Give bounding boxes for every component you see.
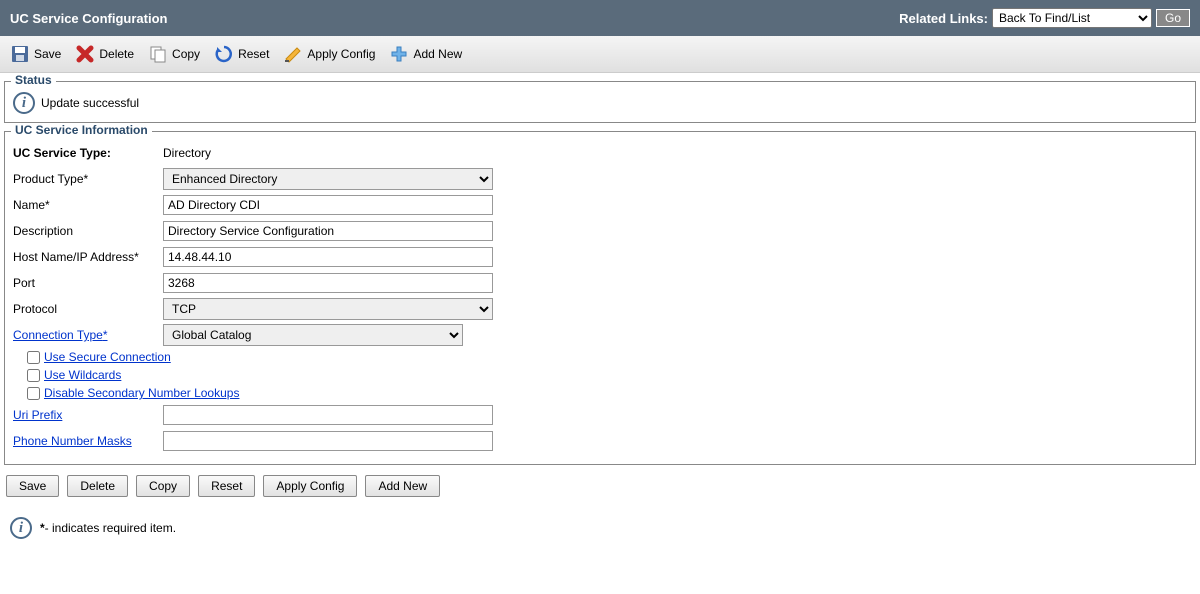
page-title: UC Service Configuration	[10, 11, 167, 26]
reset-button[interactable]: Reset	[212, 42, 277, 66]
add-new-icon	[389, 44, 409, 64]
phone-masks-input[interactable]	[163, 431, 493, 451]
required-note-text: *- indicates required item.	[40, 521, 176, 535]
connection-type-select[interactable]: Global Catalog	[163, 324, 463, 346]
related-links: Related Links: Back To Find/List Go	[899, 8, 1190, 28]
status-fieldset: Status i Update successful	[4, 81, 1196, 123]
apply-config-icon	[283, 44, 303, 64]
save-button[interactable]: Save	[8, 42, 69, 66]
protocol-label: Protocol	[13, 302, 163, 316]
product-type-label: Product Type	[13, 172, 163, 186]
bottom-delete-button[interactable]: Delete	[67, 475, 128, 497]
description-input[interactable]	[163, 221, 493, 241]
service-info-fieldset: UC Service Information UC Service Type: …	[4, 131, 1196, 465]
disable-secondary-checkbox[interactable]	[27, 387, 40, 400]
port-input[interactable]	[163, 273, 493, 293]
status-message: Update successful	[41, 96, 139, 110]
service-type-label: UC Service Type:	[13, 146, 163, 160]
uri-prefix-input[interactable]	[163, 405, 493, 425]
bottom-apply-config-button[interactable]: Apply Config	[263, 475, 357, 497]
use-secure-checkbox[interactable]	[27, 351, 40, 364]
go-button[interactable]: Go	[1156, 9, 1190, 27]
use-secure-label[interactable]: Use Secure Connection	[44, 350, 171, 364]
service-info-legend: UC Service Information	[11, 123, 152, 137]
uri-prefix-link[interactable]: Uri Prefix	[13, 408, 62, 422]
bottom-add-new-button[interactable]: Add New	[365, 475, 440, 497]
copy-button[interactable]: Copy	[146, 42, 208, 66]
uri-prefix-label: Uri Prefix	[13, 408, 163, 422]
delete-label: Delete	[99, 47, 134, 61]
required-note: i *- indicates required item.	[10, 517, 1190, 539]
service-type-value: Directory	[163, 146, 211, 160]
host-label: Host Name/IP Address	[13, 250, 163, 264]
info-icon-footer: i	[10, 517, 32, 539]
copy-icon	[148, 44, 168, 64]
add-new-button[interactable]: Add New	[387, 42, 470, 66]
protocol-select[interactable]: TCP	[163, 298, 493, 320]
reset-icon	[214, 44, 234, 64]
delete-icon	[75, 44, 95, 64]
use-wildcards-checkbox[interactable]	[27, 369, 40, 382]
save-label: Save	[34, 47, 61, 61]
description-label: Description	[13, 224, 163, 238]
product-type-select[interactable]: Enhanced Directory	[163, 168, 493, 190]
apply-config-button[interactable]: Apply Config	[281, 42, 383, 66]
disable-secondary-label[interactable]: Disable Secondary Number Lookups	[44, 386, 239, 400]
copy-label: Copy	[172, 47, 200, 61]
info-icon: i	[13, 92, 35, 114]
name-input[interactable]	[163, 195, 493, 215]
related-links-label: Related Links:	[899, 11, 988, 26]
phone-masks-link[interactable]: Phone Number Masks	[13, 434, 132, 448]
connection-type-link[interactable]: Connection Type	[13, 328, 108, 342]
reset-label: Reset	[238, 47, 269, 61]
delete-button[interactable]: Delete	[73, 42, 142, 66]
toolbar: Save Delete Copy Reset Apply Config Add …	[0, 36, 1200, 73]
port-label: Port	[13, 276, 163, 290]
bottom-reset-button[interactable]: Reset	[198, 475, 255, 497]
related-links-select[interactable]: Back To Find/List	[992, 8, 1152, 28]
bottom-save-button[interactable]: Save	[6, 475, 59, 497]
phone-masks-label: Phone Number Masks	[13, 434, 163, 448]
host-input[interactable]	[163, 247, 493, 267]
bottom-buttons: Save Delete Copy Reset Apply Config Add …	[6, 475, 1194, 497]
status-legend: Status	[11, 73, 56, 87]
save-icon	[10, 44, 30, 64]
connection-type-label: Connection Type	[13, 328, 163, 342]
use-wildcards-label[interactable]: Use Wildcards	[44, 368, 121, 382]
name-label: Name	[13, 198, 163, 212]
bottom-copy-button[interactable]: Copy	[136, 475, 190, 497]
add-new-label: Add New	[413, 47, 462, 61]
apply-config-label: Apply Config	[307, 47, 375, 61]
page-header: UC Service Configuration Related Links: …	[0, 0, 1200, 36]
